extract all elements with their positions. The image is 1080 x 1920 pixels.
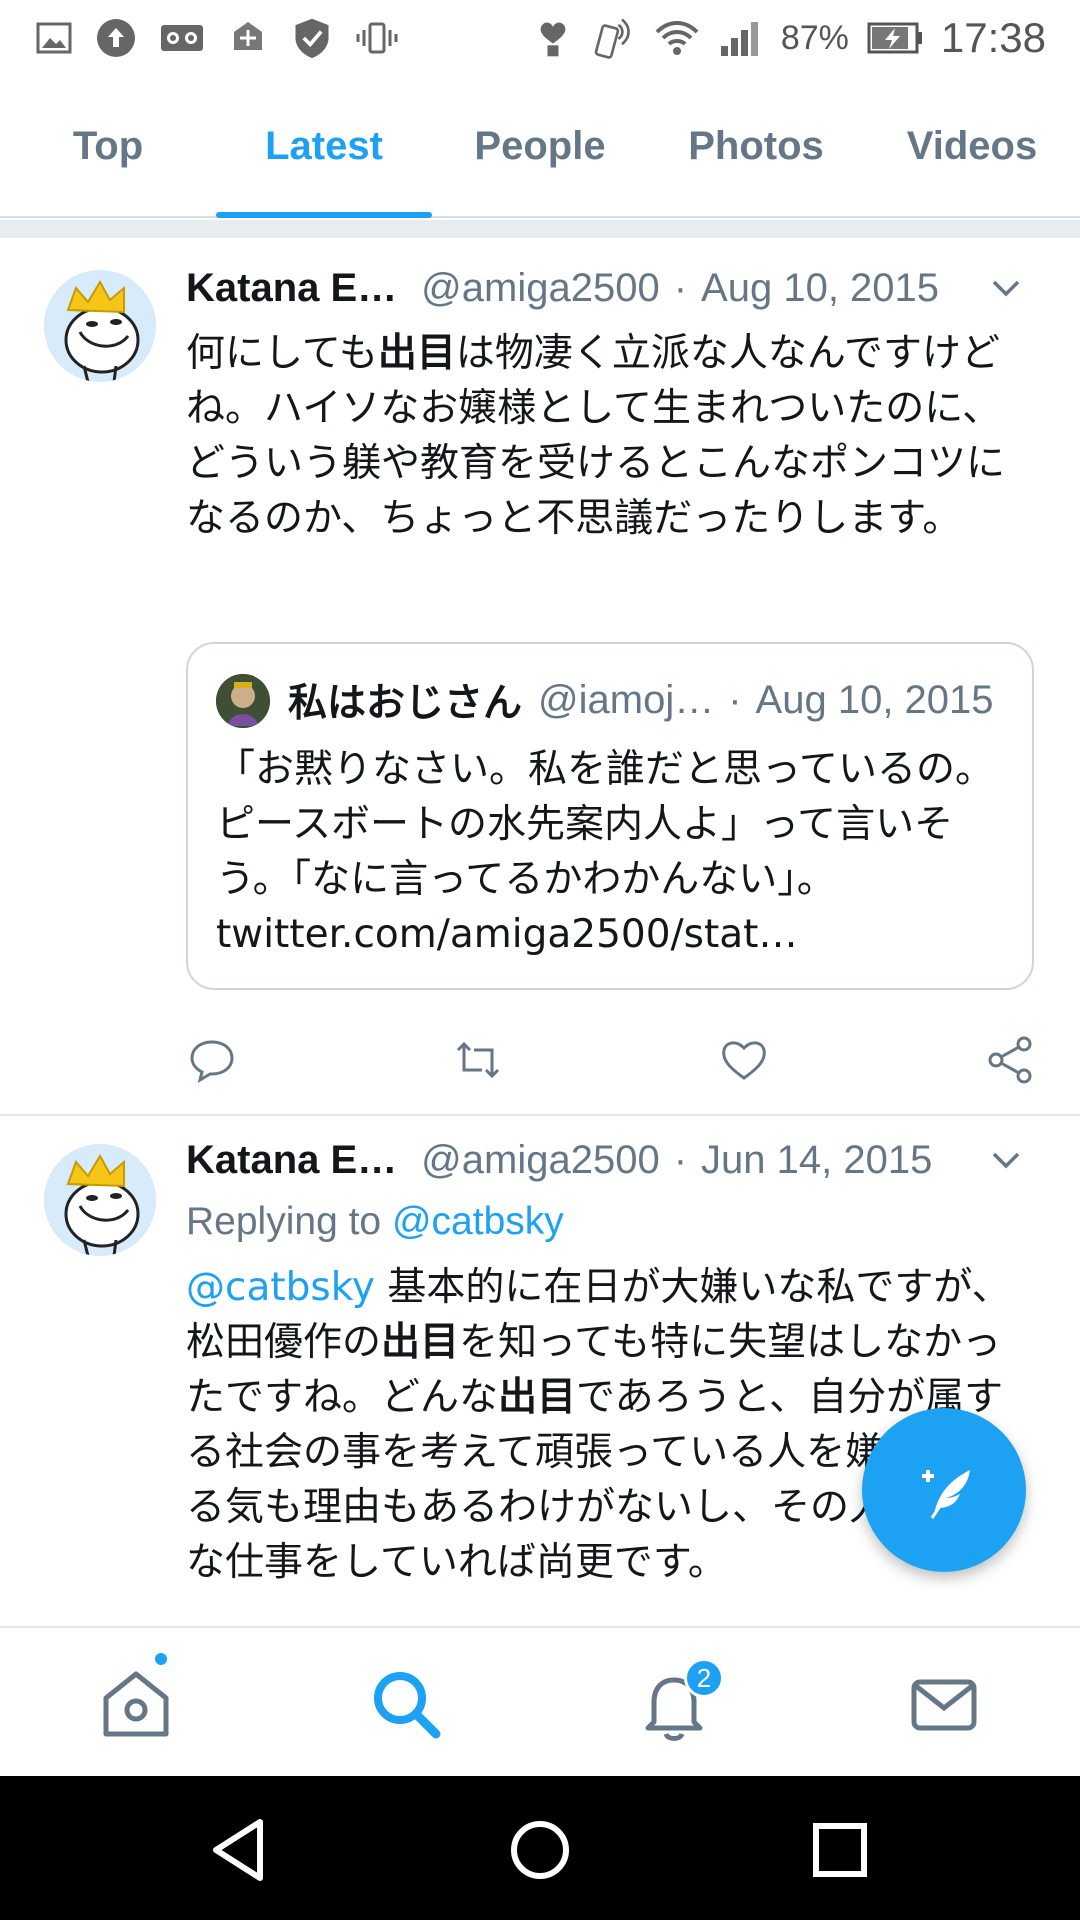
tweet[interactable]: Katana E… @amiga2500 · Aug 10, 2015 何にして… (0, 238, 1080, 1116)
search-highlight: 出目 (381, 1320, 460, 1365)
handle[interactable]: @amiga2500 (421, 266, 660, 311)
home-icon[interactable] (96, 1664, 176, 1744)
separator-dot: · (728, 677, 742, 722)
tweet-actions (186, 1034, 1036, 1094)
compose-tweet-button[interactable] (862, 1408, 1026, 1572)
replying-to: Replying to @catbsky (186, 1200, 564, 1244)
tweet-header: Katana E… @amiga2500 · Aug 10, 2015 (186, 258, 1040, 318)
tweet-text-segment: 何にしても (186, 331, 378, 376)
tab-videos[interactable]: Videos (864, 76, 1080, 216)
avatar-image (44, 270, 156, 382)
display-name[interactable]: Katana E… (186, 1138, 397, 1183)
mention-link[interactable]: @catbsky (186, 1265, 375, 1310)
tabs-divider (0, 220, 1080, 238)
search-icon[interactable] (366, 1664, 446, 1744)
battery-charging-icon (867, 22, 922, 54)
share-icon[interactable] (984, 1034, 1036, 1086)
reply-icon[interactable] (186, 1034, 238, 1086)
handle[interactable]: @amiga2500 (421, 1138, 660, 1183)
search-highlight: 出目 (498, 1375, 577, 1420)
tab-top[interactable]: Top (0, 76, 216, 216)
tab-latest[interactable]: Latest (216, 76, 432, 218)
separator-dot: · (673, 265, 688, 310)
replying-to-link[interactable]: @catbsky (392, 1200, 564, 1243)
vibrate-icon (356, 22, 398, 54)
avatar[interactable] (44, 1144, 156, 1256)
replying-to-label: Replying to (186, 1200, 392, 1243)
messages-envelope-icon[interactable] (904, 1664, 984, 1744)
display-name[interactable]: Katana E… (186, 266, 397, 311)
quoted-handle: @iamoj… (538, 677, 715, 722)
home-new-dot (152, 1650, 170, 1668)
cell-signal-icon (720, 22, 758, 56)
tweet-date[interactable]: Jun 14, 2015 (701, 1138, 932, 1183)
tab-people[interactable]: People (432, 76, 648, 216)
compose-feather-icon (922, 1470, 970, 1519)
quoted-tweet[interactable]: 私はおじさん @iamoj… · Aug 10, 2015 「お黙りなさい。私を… (186, 642, 1034, 990)
bottom-navigation: 2 (0, 1626, 1080, 1776)
quoted-date: Aug 10, 2015 (755, 677, 994, 722)
quoted-tweet-text: 「お黙りなさい。私を誰だと思っているの。ピースボートの水先案内人よ」って言いそう… (216, 747, 995, 957)
retweet-icon[interactable] (452, 1034, 504, 1086)
quoted-tweet-header: 私はおじさん @iamoj… · Aug 10, 2015 (288, 670, 1006, 730)
search-highlight: 出目 (377, 331, 456, 376)
chevron-down-icon[interactable] (986, 270, 1026, 306)
wifi-icon (655, 21, 699, 55)
system-navigation-bar (0, 1776, 1080, 1920)
avatar-image (44, 1144, 156, 1256)
upload-notification-icon (97, 19, 135, 57)
shield-notification-icon (295, 18, 329, 59)
search-tabs: Top Latest People Photos Videos (0, 76, 1080, 218)
heart-signal-icon (540, 22, 566, 57)
tweet-header: Katana E… @amiga2500 · Jun 14, 2015 (186, 1130, 1040, 1190)
image-notification-icon (36, 22, 72, 54)
recents-square-icon[interactable] (802, 1812, 878, 1888)
like-icon[interactable] (718, 1034, 770, 1086)
chevron-down-icon[interactable] (986, 1142, 1026, 1178)
clock: 17:38 (940, 14, 1046, 61)
notification-count-badge: 2 (684, 1658, 724, 1698)
game-notification-icon (234, 22, 262, 50)
nfc-icon (594, 18, 630, 59)
back-icon[interactable] (204, 1812, 280, 1888)
quoted-avatar (216, 674, 270, 728)
status-right-icons: 87% 17:38 (531, 14, 1046, 62)
status-left-icons (34, 14, 400, 62)
battery-percent: 87% (780, 18, 849, 57)
voicemail-notification-icon (161, 25, 203, 51)
separator-dot: · (673, 1137, 688, 1182)
tab-photos[interactable]: Photos (648, 76, 864, 216)
quoted-display-name: 私はおじさん (288, 681, 523, 726)
avatar[interactable] (44, 270, 156, 382)
tweet-text: 何にしても出目は物凄く立派な人なんですけどね。ハイソなお嬢様として生まれついたの… (186, 326, 1036, 546)
status-bar: 87% 17:38 (0, 0, 1080, 76)
tweet-date[interactable]: Aug 10, 2015 (701, 266, 939, 311)
home-circle-icon[interactable] (502, 1812, 578, 1888)
